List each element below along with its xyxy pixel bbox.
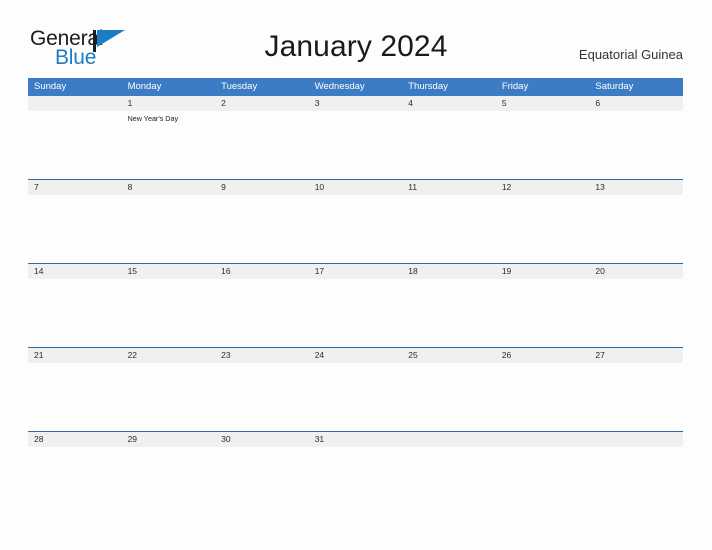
day-event-cell[interactable] <box>215 363 309 431</box>
day-event-cell[interactable] <box>308 363 403 431</box>
day-event-cell[interactable] <box>589 111 683 179</box>
day-event-cell[interactable] <box>402 363 496 431</box>
region-label: Equatorial Guinea <box>578 47 683 62</box>
day-number-cell[interactable]: 19 <box>495 264 590 279</box>
day-number-cell[interactable]: 15 <box>121 264 216 279</box>
day-event-cell[interactable] <box>121 195 216 263</box>
day-event-cell[interactable] <box>495 279 590 347</box>
day-event-cell[interactable] <box>402 195 496 263</box>
day-number-cell[interactable]: 14 <box>28 264 122 279</box>
day-event-cell[interactable] <box>215 195 309 263</box>
day-event-cell[interactable] <box>589 279 683 347</box>
day-number-cell[interactable]: 13 <box>589 180 683 195</box>
day-number-cell[interactable] <box>589 432 683 447</box>
day-event-cell[interactable] <box>28 111 122 179</box>
day-number-cell[interactable] <box>495 432 590 447</box>
day-event-cell[interactable] <box>215 111 309 179</box>
week-date-row: 21 22 23 24 25 26 27 <box>28 348 683 363</box>
day-event-cell[interactable] <box>495 447 590 490</box>
day-event-cell[interactable] <box>495 363 590 431</box>
day-number-cell[interactable] <box>402 432 496 447</box>
day-number-cell[interactable]: 5 <box>495 96 590 111</box>
day-event-cell[interactable] <box>121 279 216 347</box>
day-event-cell[interactable]: New Year's Day <box>121 111 216 179</box>
day-event-cell[interactable] <box>495 111 590 179</box>
day-event-cell[interactable] <box>215 279 309 347</box>
day-number-cell[interactable]: 10 <box>308 180 403 195</box>
day-event-cell[interactable] <box>402 447 496 490</box>
day-number-cell[interactable]: 21 <box>28 348 122 363</box>
day-number-cell[interactable]: 3 <box>308 96 403 111</box>
week-event-row <box>28 447 683 490</box>
weekday-header-saturday: Saturday <box>589 78 683 96</box>
day-event-cell[interactable] <box>28 195 122 263</box>
week-date-row: 28 29 30 31 <box>28 432 683 447</box>
week-event-row <box>28 195 683 263</box>
day-event-cell[interactable] <box>28 447 122 490</box>
day-number-cell[interactable]: 11 <box>402 180 496 195</box>
day-number-cell[interactable]: 25 <box>402 348 496 363</box>
day-number-cell[interactable]: 4 <box>402 96 496 111</box>
day-number-cell[interactable]: 8 <box>121 180 216 195</box>
week-date-row: 123456 <box>28 96 683 111</box>
day-event-cell[interactable] <box>402 279 496 347</box>
weekday-header-wednesday: Wednesday <box>308 78 403 96</box>
week-event-row <box>28 363 683 431</box>
calendar-grid: Sunday Monday Tuesday Wednesday Thursday… <box>28 78 683 490</box>
day-event-cell[interactable] <box>495 195 590 263</box>
day-number-cell[interactable]: 12 <box>495 180 590 195</box>
day-event-cell[interactable] <box>589 363 683 431</box>
day-number-cell[interactable]: 17 <box>308 264 403 279</box>
day-number-cell[interactable]: 20 <box>589 264 683 279</box>
weekday-header-friday: Friday <box>495 78 590 96</box>
day-number-cell[interactable]: 31 <box>308 432 403 447</box>
day-event-cell[interactable] <box>308 111 403 179</box>
day-number-cell[interactable]: 26 <box>495 348 590 363</box>
weekday-header-row: Sunday Monday Tuesday Wednesday Thursday… <box>28 78 683 96</box>
day-event-cell[interactable] <box>589 195 683 263</box>
day-number-cell[interactable]: 6 <box>589 96 683 111</box>
day-number-cell[interactable] <box>28 96 122 111</box>
day-number-cell[interactable]: 28 <box>28 432 122 447</box>
day-event-cell[interactable] <box>121 447 216 490</box>
day-event-cell[interactable] <box>28 279 122 347</box>
day-number-cell[interactable]: 27 <box>589 348 683 363</box>
day-number-cell[interactable]: 23 <box>215 348 309 363</box>
week-date-row: 7 8 9 10 11 12 13 <box>28 180 683 195</box>
weekday-header-tuesday: Tuesday <box>215 78 309 96</box>
day-number-cell[interactable]: 7 <box>28 180 122 195</box>
week-date-row: 14 15 16 17 18 19 20 <box>28 264 683 279</box>
day-number-cell[interactable]: 9 <box>215 180 309 195</box>
day-event-cell[interactable] <box>215 447 309 490</box>
day-number-cell[interactable]: 30 <box>215 432 309 447</box>
day-number-cell[interactable]: 24 <box>308 348 403 363</box>
weekday-header-thursday: Thursday <box>402 78 496 96</box>
page-header: General Blue January 2024 Equatorial Gui… <box>0 0 712 78</box>
day-number-cell[interactable]: 16 <box>215 264 309 279</box>
day-event-cell[interactable] <box>308 447 403 490</box>
day-event-cell[interactable] <box>308 279 403 347</box>
day-event-cell[interactable] <box>589 447 683 490</box>
day-event-cell[interactable] <box>121 363 216 431</box>
day-event-cell[interactable] <box>28 363 122 431</box>
day-event: New Year's Day <box>127 114 179 123</box>
week-event-row: New Year's Day <box>28 111 683 179</box>
day-event-cell[interactable] <box>402 111 496 179</box>
weekday-header-sunday: Sunday <box>28 78 122 96</box>
week-event-row <box>28 279 683 347</box>
day-number-cell[interactable]: 29 <box>121 432 216 447</box>
day-number-cell[interactable]: 22 <box>121 348 216 363</box>
weekday-header-monday: Monday <box>121 78 216 96</box>
day-number-cell[interactable]: 1 <box>121 96 216 111</box>
calendar-page: General Blue January 2024 Equatorial Gui… <box>0 0 712 550</box>
day-event-cell[interactable] <box>308 195 403 263</box>
day-number-cell[interactable]: 2 <box>215 96 309 111</box>
day-number-cell[interactable]: 18 <box>402 264 496 279</box>
